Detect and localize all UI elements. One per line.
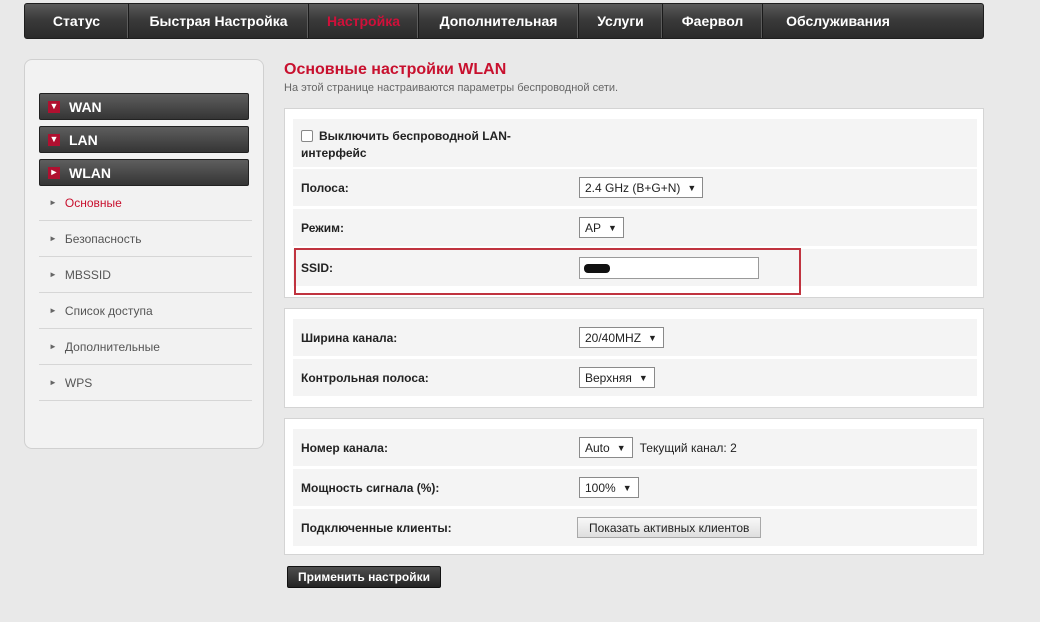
top-navigation: Статус Быстрая Настройка Настройка Допол… [24, 3, 984, 39]
chevron-right-icon: ► [48, 166, 60, 179]
signal-power-row: Мощность сигнала (%): 100% ▼ [293, 469, 977, 506]
control-band-value: Верхняя [585, 370, 632, 385]
control-band-row: Контрольная полоса: Верхняя ▼ [293, 359, 977, 396]
band-select-value: 2.4 GHz (B+G+N) [585, 180, 681, 195]
signal-power-value: 100% [585, 480, 616, 495]
control-band-label: Контрольная полоса: [301, 370, 429, 385]
sidebar-item-mbssid[interactable]: ► MBSSID [39, 257, 252, 293]
bullet-icon: ► [49, 378, 57, 387]
mode-row: Режим: AP ▼ [293, 209, 977, 246]
band-select[interactable]: 2.4 GHz (B+G+N) ▼ [579, 177, 704, 198]
bullet-icon: ► [49, 270, 57, 279]
sidebar-section-lan[interactable]: ▼ LAN [39, 126, 249, 153]
bullet-icon: ► [49, 306, 57, 315]
chevron-down-icon: ▼ [48, 100, 60, 113]
connected-clients-label: Подключенные клиенты: [301, 520, 452, 535]
dropdown-arrow-icon: ▼ [638, 372, 648, 383]
channel-width-select[interactable]: 20/40MHZ ▼ [579, 327, 664, 348]
bullet-icon: ► [49, 198, 57, 207]
sidebar-item-basic[interactable]: ► Основные [39, 185, 252, 221]
current-channel-text: Текущий канал: 2 [639, 440, 737, 455]
band-row: Полоса: 2.4 GHz (B+G+N) ▼ [293, 169, 977, 206]
channel-number-label: Номер канала: [301, 440, 388, 455]
sidebar-item-label: Список доступа [64, 303, 153, 318]
page-description: На этой странице настраиваются параметры… [284, 82, 619, 94]
sidebar-section-wlan[interactable]: ► WLAN [39, 159, 249, 186]
signal-power-select[interactable]: 100% ▼ [579, 477, 639, 498]
sidebar-item-label: Дополнительные [64, 339, 160, 354]
channel-number-value: Auto [585, 440, 610, 455]
channel-panel: Номер канала: Auto ▼ Текущий канал: 2 Мо… [284, 418, 984, 555]
bullet-icon: ► [49, 342, 57, 351]
sidebar-item-label: Основные [64, 195, 122, 210]
dropdown-arrow-icon: ▼ [616, 442, 626, 453]
apply-settings-button[interactable]: Применить настройки [287, 566, 441, 588]
sidebar-item-security[interactable]: ► Безопасность [39, 221, 252, 257]
tab-setup[interactable]: Настройка [309, 4, 419, 38]
mode-label: Режим: [301, 220, 344, 235]
sidebar-section-wan[interactable]: ▼ WAN [39, 93, 249, 120]
control-band-select[interactable]: Верхняя ▼ [579, 367, 655, 388]
sidebar-item-label: MBSSID [64, 267, 111, 282]
sidebar-item-advanced[interactable]: ► Дополнительные [39, 329, 252, 365]
sidebar-item-label: Безопасность [64, 231, 142, 246]
tab-quick-setup[interactable]: Быстрая Настройка [129, 4, 309, 38]
channel-width-row: Ширина канала: 20/40MHZ ▼ [293, 319, 977, 356]
page-title: Основные настройки WLAN [284, 61, 507, 78]
dropdown-arrow-icon: ▼ [622, 482, 632, 493]
show-active-clients-button[interactable]: Показать активных клиентов [577, 517, 762, 538]
disable-wlan-row: Выключить беспроводной LAN-интерфейс [293, 119, 977, 167]
chevron-down-icon: ▼ [48, 133, 60, 146]
ssid-highlight-frame [294, 248, 801, 295]
bullet-icon: ► [49, 234, 57, 243]
mode-select[interactable]: AP ▼ [579, 217, 624, 238]
tab-advanced[interactable]: Дополнительная [419, 4, 579, 38]
sidebar-item-wps[interactable]: ► WPS [39, 365, 252, 401]
mode-select-value: AP [585, 220, 602, 235]
channel-number-select[interactable]: Auto ▼ [579, 437, 633, 458]
tab-maintenance[interactable]: Обслуживания [763, 4, 913, 38]
sidebar-item-label: WPS [64, 375, 93, 390]
sidebar-section-label: WLAN [69, 164, 111, 181]
band-label: Полоса: [301, 180, 349, 195]
signal-power-label: Мощность сигнала (%): [301, 480, 440, 495]
dropdown-arrow-icon: ▼ [687, 182, 697, 193]
channel-width-panel: Ширина канала: 20/40MHZ ▼ Контрольная по… [284, 308, 984, 408]
sidebar-item-access-list[interactable]: ► Список доступа [39, 293, 252, 329]
sidebar-section-label: WAN [69, 98, 102, 115]
dropdown-arrow-icon: ▼ [608, 222, 617, 233]
disable-wlan-label: Выключить беспроводной LAN-интерфейс [301, 129, 511, 160]
sidebar-section-label: LAN [69, 131, 98, 148]
sidebar: ▼ WAN ▼ LAN ► WLAN ► Основные ► Безопасн… [24, 59, 264, 449]
disable-wlan-checkbox[interactable] [301, 130, 313, 142]
tab-status[interactable]: Статус [25, 4, 129, 38]
tab-firewall[interactable]: Фаервол [663, 4, 763, 38]
channel-number-row: Номер канала: Auto ▼ Текущий канал: 2 [293, 429, 977, 466]
channel-width-value: 20/40MHZ [585, 330, 642, 345]
tab-services[interactable]: Услуги [579, 4, 663, 38]
channel-width-label: Ширина канала: [301, 330, 398, 345]
connected-clients-row: Подключенные клиенты: Показать активных … [293, 509, 977, 546]
dropdown-arrow-icon: ▼ [648, 332, 657, 343]
